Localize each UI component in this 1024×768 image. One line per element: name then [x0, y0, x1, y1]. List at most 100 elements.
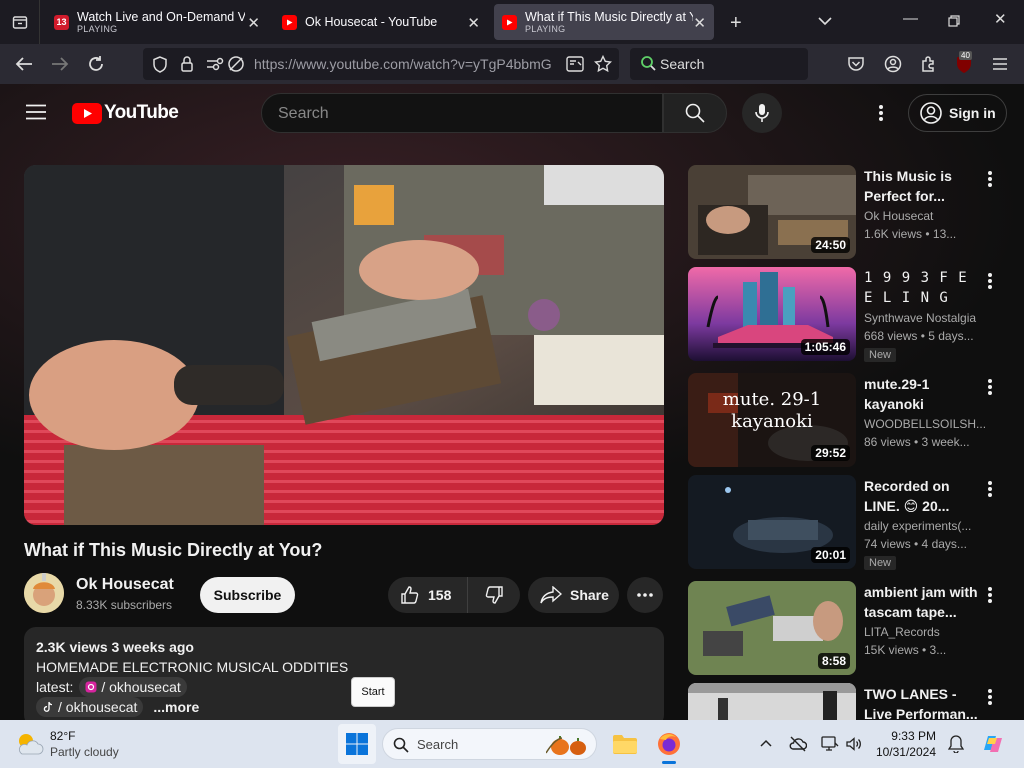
tab-what-if-music[interactable]: What if This Music Directly at Y PLAYING …	[494, 4, 714, 40]
recommended-video[interactable]: 24:50 This Music is Perfect for... Ok Ho…	[688, 165, 1008, 259]
extensions-icon[interactable]	[920, 55, 938, 73]
chevron-up-icon[interactable]	[760, 739, 772, 747]
video-options-icon[interactable]	[987, 586, 993, 604]
shield-icon[interactable]	[152, 56, 168, 73]
lock-icon[interactable]	[180, 55, 194, 73]
reader-view-icon[interactable]	[566, 56, 584, 72]
recommended-title[interactable]: ambient jam with tascam tape...	[864, 582, 986, 622]
video-thumbnail[interactable]: 20:01	[688, 475, 856, 569]
settings-kebab-icon[interactable]	[878, 104, 884, 122]
youtube-search-input[interactable]: Search	[261, 93, 663, 133]
url-text[interactable]: https://www.youtube.com/watch?v=yTgP4bbm…	[254, 56, 554, 72]
permissions-icon[interactable]	[206, 56, 226, 72]
recommended-title[interactable]: 1 9 9 3 F E E L I N G //...	[864, 268, 986, 308]
clock-date: 10/31/2024	[875, 745, 936, 759]
youtube-logo[interactable]: YouTube	[72, 102, 179, 124]
close-tab-icon[interactable]: ✕	[693, 14, 706, 32]
hamburger-menu-icon[interactable]	[26, 104, 46, 120]
autoplay-blocked-icon[interactable]	[227, 55, 245, 73]
tab-bar: 13 Watch Live and On-Demand Vi PLAYING ✕ …	[0, 0, 1024, 44]
recommended-title[interactable]: Recorded on LINE. 😊 20...	[864, 476, 986, 516]
video-description[interactable]: 2.3K views 3 weeks ago HOMEMADE ELECTRON…	[24, 627, 664, 720]
video-options-icon[interactable]	[987, 480, 993, 498]
share-button[interactable]: Share	[528, 577, 619, 613]
video-options-icon[interactable]	[987, 378, 993, 396]
start-button[interactable]	[338, 724, 376, 764]
navigation-bar: https://www.youtube.com/watch?v=yTgP4bbm…	[0, 44, 1024, 84]
channel-name[interactable]: Ok Housecat	[76, 576, 174, 594]
subscribe-button[interactable]: Subscribe	[200, 577, 295, 613]
show-more-link[interactable]: ...more	[153, 697, 199, 717]
youtube-logo-text: YouTube	[104, 102, 179, 123]
network-icon[interactable]	[821, 735, 839, 753]
video-thumbnail[interactable]	[688, 683, 856, 720]
more-actions-button[interactable]	[627, 577, 663, 613]
firefox-taskbar-button[interactable]	[652, 726, 686, 764]
recommended-meta: 86 views • 3 week...	[864, 435, 970, 449]
microphone-icon	[755, 104, 769, 122]
dislike-button[interactable]	[468, 577, 520, 613]
browser-search-box[interactable]: Search	[630, 48, 808, 80]
volume-icon[interactable]	[845, 735, 863, 753]
url-bar[interactable]: https://www.youtube.com/watch?v=yTgP4bbm…	[143, 48, 619, 80]
video-options-icon[interactable]	[987, 272, 993, 290]
voice-search-button[interactable]	[742, 93, 782, 133]
video-thumbnail[interactable]: 24:50	[688, 165, 856, 259]
recommended-channel[interactable]: LITA_Records	[864, 625, 986, 639]
ublock-extension-button[interactable]: 40	[955, 51, 975, 74]
video-options-icon[interactable]	[987, 170, 993, 188]
clock[interactable]: 9:33 PM 10/31/2024	[872, 728, 936, 760]
tiktok-link[interactable]: / okhousecat	[36, 697, 144, 717]
notification-bell-icon[interactable]	[948, 735, 964, 753]
file-explorer-button[interactable]	[608, 728, 642, 760]
video-options-icon[interactable]	[987, 688, 993, 706]
sign-in-button[interactable]: Sign in	[908, 94, 1007, 132]
taskbar-search-box[interactable]: Search	[382, 728, 597, 760]
back-icon[interactable]	[15, 56, 33, 72]
pocket-icon[interactable]	[847, 56, 865, 72]
menu-icon[interactable]	[992, 57, 1008, 71]
close-window-icon[interactable]: ✕	[994, 10, 1007, 28]
close-tab-icon[interactable]: ✕	[467, 14, 480, 32]
minimize-icon[interactable]: —	[903, 10, 918, 27]
recommended-video[interactable]: 8:58 ambient jam with tascam tape... LIT…	[688, 581, 1008, 675]
account-icon[interactable]	[884, 55, 902, 73]
forward-icon[interactable]	[51, 56, 69, 72]
cloud-offline-icon[interactable]	[789, 735, 807, 753]
weather-widget[interactable]: 82°F Partly cloudy	[14, 728, 119, 760]
video-thumbnail[interactable]: mute. 29-1 kayanoki 29:52	[688, 373, 856, 467]
youtube-search-placeholder: Search	[278, 105, 329, 122]
instagram-link[interactable]: / okhousecat	[79, 677, 187, 697]
recommended-title[interactable]: mute.29-1 kayanoki	[864, 374, 986, 414]
tab-watch-live[interactable]: 13 Watch Live and On-Demand Vi PLAYING ✕	[46, 4, 268, 40]
tab-list-button[interactable]	[0, 0, 40, 44]
youtube-search-button[interactable]	[663, 93, 727, 133]
video-player[interactable]	[24, 165, 664, 525]
video-thumbnail[interactable]: 8:58	[688, 581, 856, 675]
recommended-channel[interactable]: daily experiments(...	[864, 519, 986, 533]
recommended-channel[interactable]: Synthwave Nostalgia	[864, 311, 986, 325]
video-duration: 8:58	[817, 653, 850, 669]
new-tab-icon[interactable]: +	[730, 12, 742, 35]
recommended-video[interactable]: mute. 29-1 kayanoki 29:52 mute.29-1 kaya…	[688, 373, 1008, 467]
video-thumbnail[interactable]: 1:05:46	[688, 267, 856, 361]
video-duration: 29:52	[811, 445, 850, 461]
chevron-down-icon[interactable]	[818, 16, 832, 26]
recommended-channel[interactable]: WOODBELLSOILSH...	[864, 417, 986, 431]
like-button[interactable]: 158	[388, 577, 468, 613]
recommended-video[interactable]: 1:05:46 1 9 9 3 F E E L I N G //... Synt…	[688, 267, 1008, 362]
recommended-video[interactable]: TWO LANES - Live Performan...	[688, 683, 1008, 720]
close-tab-icon[interactable]: ✕	[247, 14, 260, 32]
bookmark-star-icon[interactable]	[594, 55, 612, 73]
restore-icon[interactable]	[948, 15, 960, 27]
reload-icon[interactable]	[87, 55, 105, 73]
copilot-icon[interactable]	[980, 732, 1006, 756]
tab-ok-housecat[interactable]: Ok Housecat - YouTube ✕	[274, 4, 488, 40]
recommended-title[interactable]: TWO LANES - Live Performan...	[864, 684, 986, 720]
recommended-title[interactable]: This Music is Perfect for...	[864, 166, 986, 206]
more-horizontal-icon	[637, 593, 653, 597]
recommended-video[interactable]: 20:01 Recorded on LINE. 😊 20... daily ex…	[688, 475, 1008, 570]
recommended-channel[interactable]: Ok Housecat	[864, 209, 986, 223]
channel-avatar[interactable]	[24, 573, 64, 613]
firefox-icon	[658, 733, 680, 755]
